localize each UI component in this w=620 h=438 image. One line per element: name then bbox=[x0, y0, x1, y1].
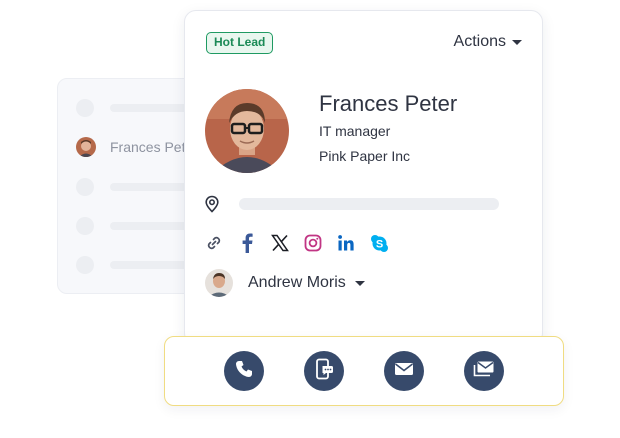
call-button[interactable] bbox=[224, 351, 264, 391]
contact-job-title: IT manager bbox=[319, 123, 391, 139]
contact-company: Pink Paper Inc bbox=[319, 148, 411, 164]
email-button[interactable] bbox=[384, 351, 424, 391]
actions-label: Actions bbox=[453, 33, 506, 50]
facebook-icon[interactable] bbox=[237, 233, 257, 253]
svg-text:S: S bbox=[375, 238, 382, 250]
placeholder-avatar bbox=[76, 99, 94, 117]
linkedin-icon[interactable] bbox=[336, 233, 356, 253]
owner-avatar bbox=[205, 269, 233, 297]
chevron-down-icon bbox=[354, 280, 365, 286]
location-placeholder bbox=[239, 198, 499, 210]
chevron-down-icon bbox=[512, 39, 522, 45]
phone-icon bbox=[234, 359, 254, 384]
x-icon[interactable] bbox=[270, 233, 290, 253]
list-item-name: Frances Pet bbox=[110, 139, 186, 155]
instagram-icon[interactable] bbox=[303, 233, 323, 253]
list-item bbox=[76, 216, 200, 236]
contact-name: Frances Peter bbox=[319, 91, 458, 116]
owner-selector[interactable]: Andrew Moris bbox=[205, 269, 365, 297]
sms-icon bbox=[314, 358, 334, 385]
contact-card: Hot Lead Actions Frances Peter IT manage… bbox=[184, 10, 543, 345]
avatar bbox=[76, 137, 96, 157]
email-icon bbox=[394, 361, 414, 382]
owner-name: Andrew Moris bbox=[248, 274, 346, 291]
list-item bbox=[76, 98, 200, 118]
actions-dropdown[interactable]: Actions bbox=[454, 33, 522, 51]
bulk-email-icon bbox=[473, 360, 495, 383]
placeholder-avatar bbox=[76, 178, 94, 196]
contact-avatar bbox=[205, 89, 289, 173]
list-item-frances[interactable]: Frances Pet bbox=[76, 137, 185, 157]
placeholder-avatar bbox=[76, 256, 94, 274]
list-item bbox=[76, 255, 200, 275]
link-icon[interactable] bbox=[204, 233, 224, 253]
placeholder-avatar bbox=[76, 217, 94, 235]
status-badge: Hot Lead bbox=[206, 32, 274, 54]
social-links: S bbox=[204, 233, 389, 253]
list-item bbox=[76, 177, 200, 197]
sms-button[interactable] bbox=[304, 351, 344, 391]
location-pin-icon bbox=[204, 195, 220, 218]
bulk-email-button[interactable] bbox=[464, 351, 504, 391]
skype-icon[interactable]: S bbox=[369, 233, 389, 253]
quick-action-bar bbox=[164, 336, 564, 406]
